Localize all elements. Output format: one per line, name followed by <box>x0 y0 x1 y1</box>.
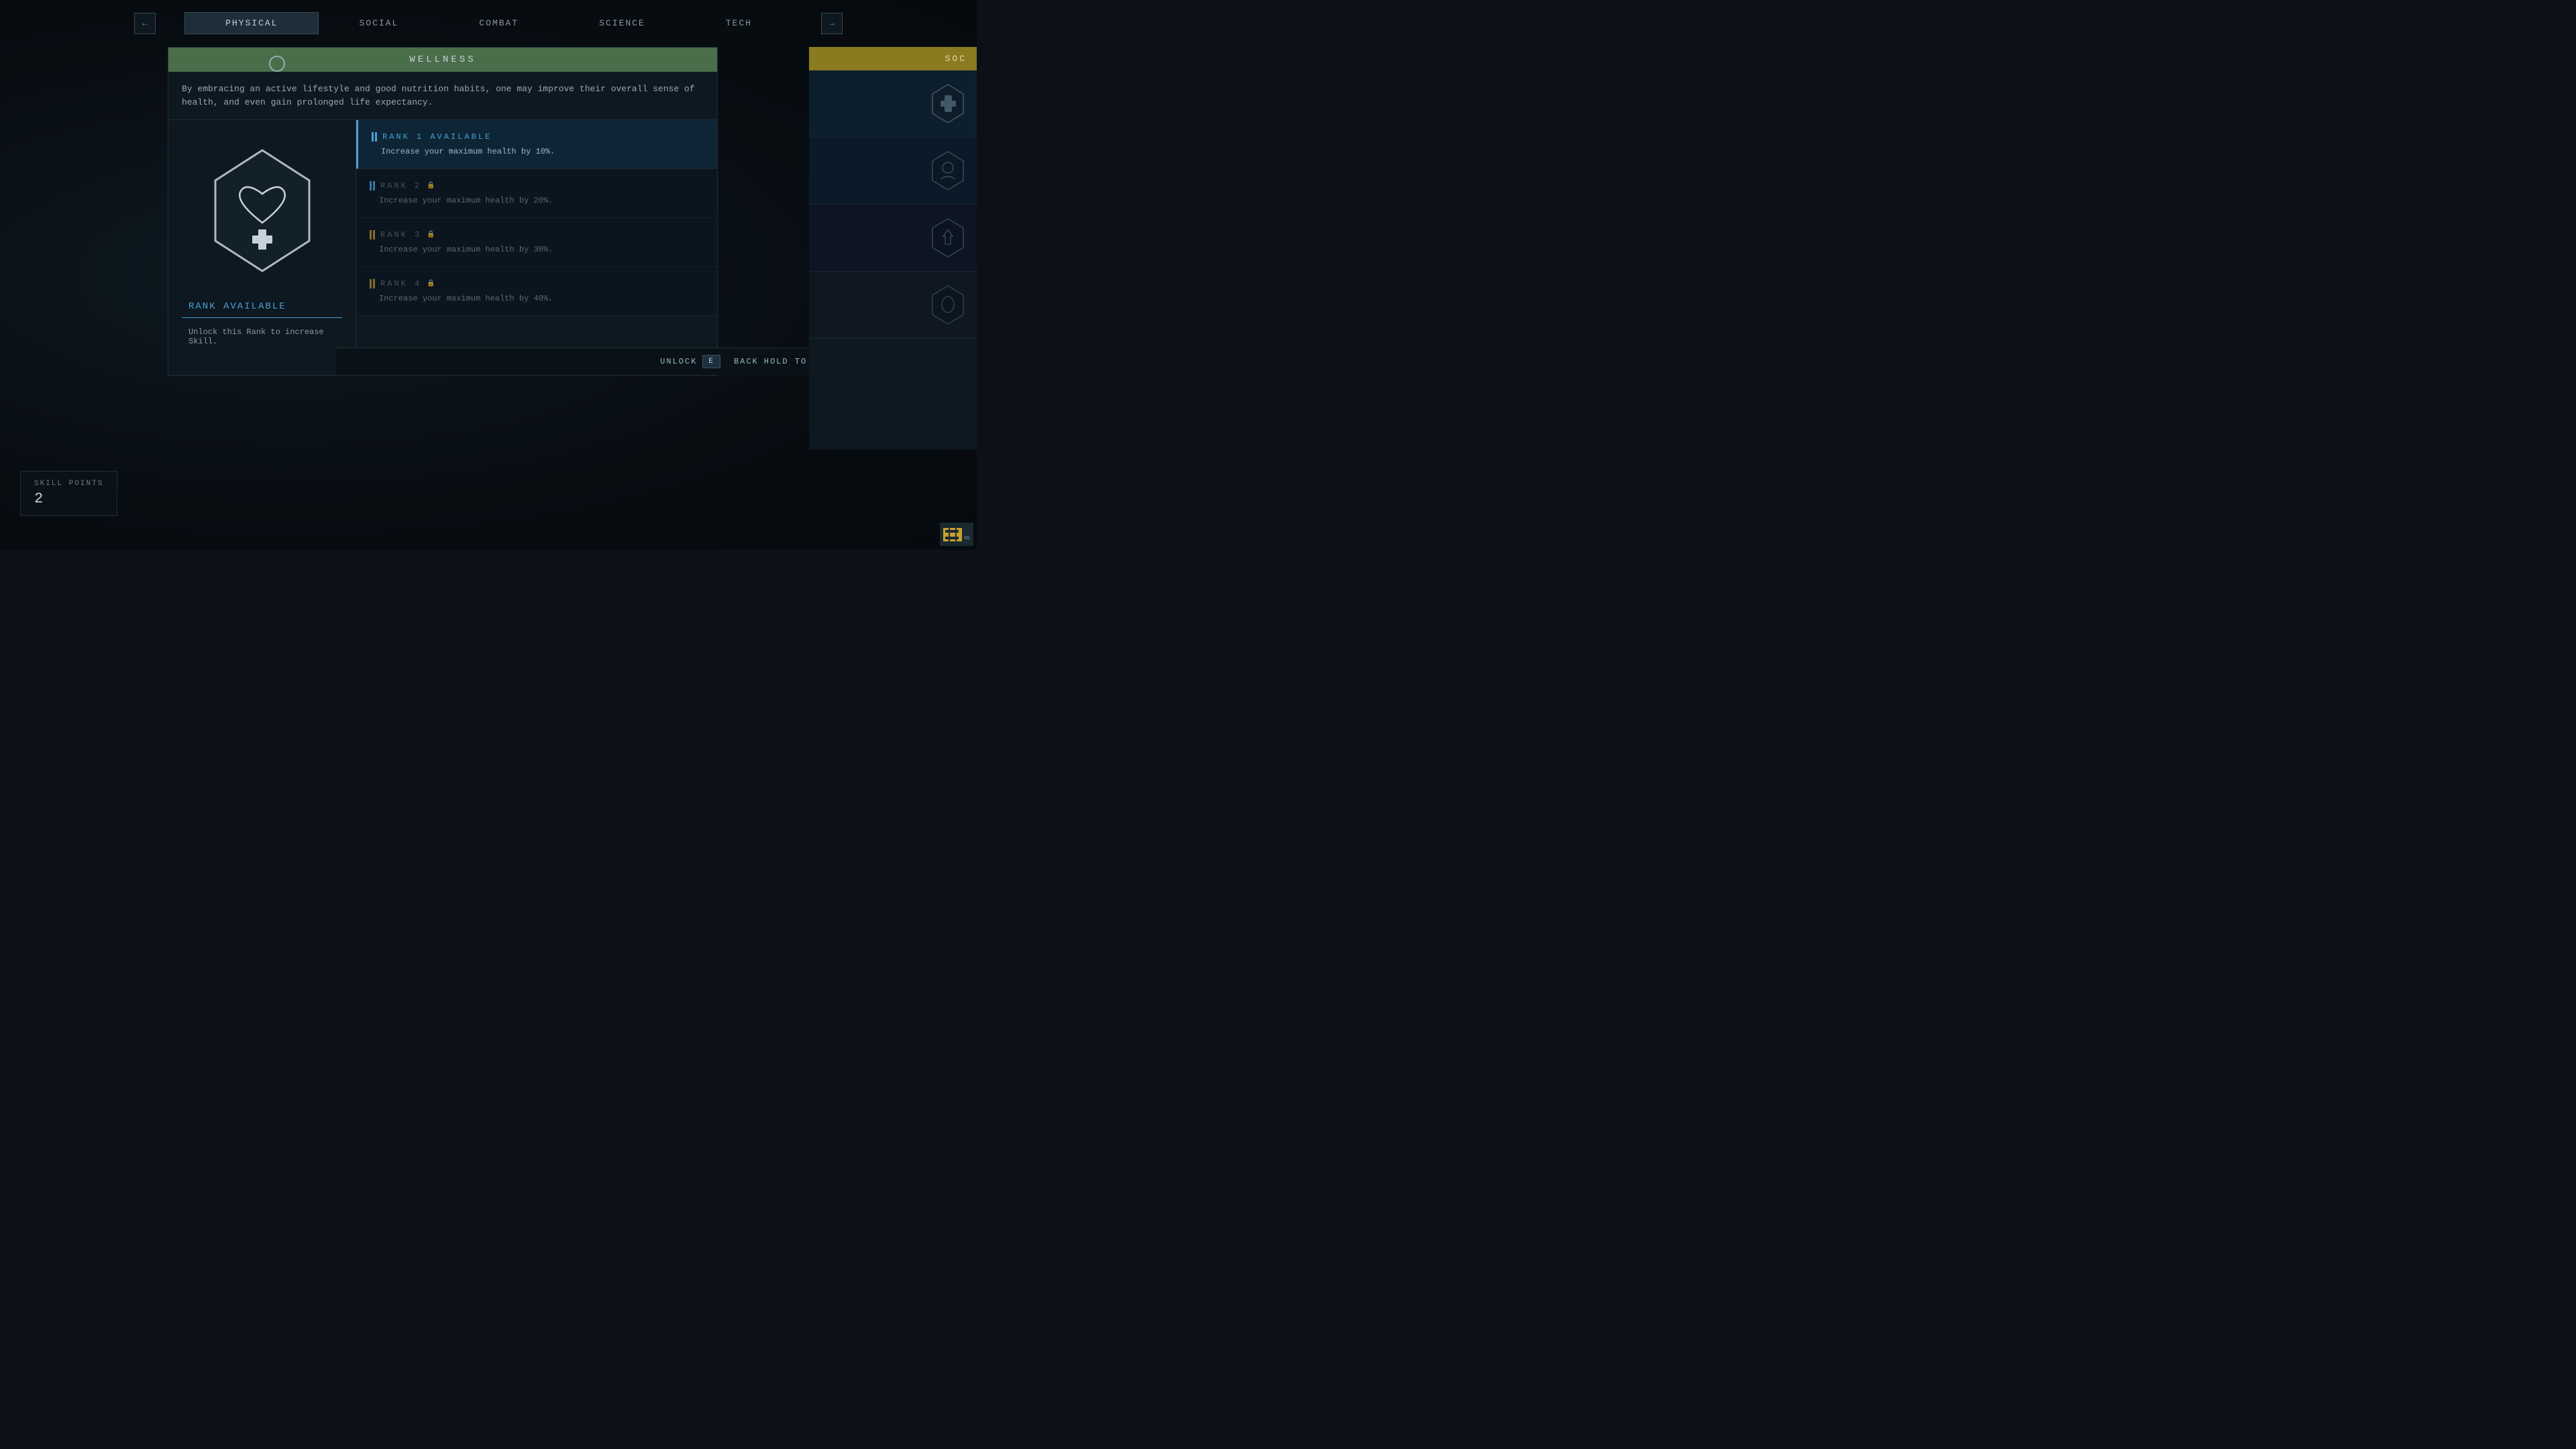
svg-text:GG: GG <box>964 536 969 541</box>
social-skill-4-icon <box>930 283 967 327</box>
nav-next-button[interactable]: → <box>821 13 843 34</box>
right-panel-title: SOC <box>809 47 977 70</box>
watermark: GG <box>940 523 973 546</box>
right-skills-panel: SOC <box>809 47 977 449</box>
rank-3-header: RANK 3 🔒 <box>370 230 704 239</box>
rank-2-item: RANK 2 🔒 Increase your maximum health by… <box>356 169 717 218</box>
rank-1-item[interactable]: RANK 1 AVAILABLE Increase your maximum h… <box>356 120 717 169</box>
unlock-key-badge: E <box>702 355 720 368</box>
tab-tech[interactable]: TECH <box>686 12 792 34</box>
rank-3-stripe <box>370 230 375 239</box>
skill-icon-container <box>202 140 323 281</box>
nav-prev-button[interactable]: ← <box>134 13 156 34</box>
right-skill-4[interactable] <box>809 272 977 339</box>
rank-available-desc: Unlock this Rank to increase Skill. <box>182 327 342 346</box>
rank-4-stripe <box>370 279 375 288</box>
rank-4-desc: Increase your maximum health by 40%. <box>370 294 704 303</box>
rank-1-header: RANK 1 AVAILABLE <box>372 132 704 142</box>
rank-2-desc: Increase your maximum health by 20%. <box>370 196 704 205</box>
rank-3-label: RANK 3 <box>380 230 421 239</box>
rank-available-line <box>182 317 342 318</box>
tab-science[interactable]: SCIENCE <box>559 12 686 34</box>
skill-detail-panel: WELLNESS By embracing an active lifestyl… <box>168 47 718 376</box>
nav-tabs-container: PHYSICAL SOCIAL COMBAT SCIENCE TECH <box>156 12 821 34</box>
action-bar: UNLOCK E BACK HOLD TO EXIT TAB <box>336 347 886 375</box>
rank-3-desc: Increase your maximum health by 30%. <box>370 245 704 254</box>
social-skill-3-icon <box>930 216 967 260</box>
skill-points-label: SKILL POINTS <box>34 480 103 488</box>
tab-social[interactable]: SOCIAL <box>319 12 439 34</box>
skill-points-panel: SKILL POINTS 2 <box>20 471 117 516</box>
skill-title: WELLNESS <box>168 48 717 72</box>
tab-physical[interactable]: PHYSICAL <box>184 12 319 34</box>
right-skill-1[interactable] <box>809 70 977 138</box>
skill-description: By embracing an active lifestyle and goo… <box>168 72 717 120</box>
skill-body: RANK AVAILABLE Unlock this Rank to incre… <box>168 120 717 375</box>
ranks-list: RANK 1 AVAILABLE Increase your maximum h… <box>356 120 717 375</box>
right-skill-3[interactable] <box>809 205 977 272</box>
rank-1-desc: Increase your maximum health by 10%. <box>372 147 704 156</box>
social-skill-1-icon <box>930 82 967 125</box>
unlock-label: UNLOCK <box>660 357 697 366</box>
rank-4-lock-icon: 🔒 <box>427 280 435 288</box>
rank-1-stripe <box>372 132 377 142</box>
rank-2-lock-icon: 🔒 <box>427 182 435 190</box>
rank-3-lock-icon: 🔒 <box>427 231 435 239</box>
tab-combat[interactable]: COMBAT <box>439 12 559 34</box>
rank-3-item: RANK 3 🔒 Increase your maximum health by… <box>356 218 717 267</box>
rank-4-header: RANK 4 🔒 <box>370 279 704 288</box>
rank-available-label: RANK AVAILABLE <box>182 301 286 312</box>
rank-2-label: RANK 2 <box>380 181 421 191</box>
rank-2-header: RANK 2 🔒 <box>370 181 704 191</box>
wellness-icon <box>205 144 319 278</box>
skill-icon-area: RANK AVAILABLE Unlock this Rank to incre… <box>168 120 356 375</box>
skill-points-value: 2 <box>34 490 103 507</box>
social-skill-2-icon <box>930 149 967 193</box>
back-label: BACK <box>734 357 759 366</box>
gamer-guides-logo: GG <box>940 523 973 546</box>
right-skill-2[interactable] <box>809 138 977 205</box>
unlock-action[interactable]: UNLOCK E <box>660 355 720 368</box>
rank-1-label: RANK 1 AVAILABLE <box>382 132 492 142</box>
rank-4-item: RANK 4 🔒 Increase your maximum health by… <box>356 267 717 316</box>
skill-category-nav: ← PHYSICAL SOCIAL COMBAT SCIENCE TECH → <box>134 12 843 34</box>
rank-4-label: RANK 4 <box>380 279 421 288</box>
rank-2-stripe <box>370 181 375 191</box>
